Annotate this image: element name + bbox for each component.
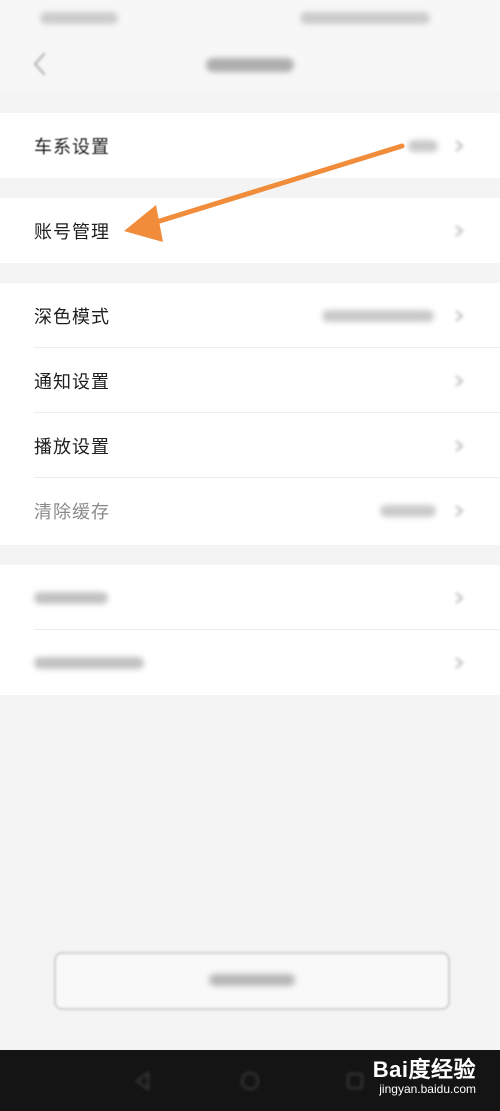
status-bar	[0, 0, 500, 36]
settings-item-blurred-1[interactable]	[0, 565, 500, 630]
settings-item-car-series[interactable]: 车系设置	[0, 113, 500, 178]
settings-item-label-blurred	[34, 591, 108, 604]
settings-item-dark-mode[interactable]: 深色模式	[0, 283, 500, 348]
settings-item-label-blurred	[34, 656, 144, 669]
settings-item-account[interactable]: 账号管理	[0, 198, 500, 263]
chevron-right-icon	[455, 591, 464, 604]
settings-item-notifications[interactable]: 通知设置	[0, 348, 500, 413]
logout-button[interactable]	[54, 952, 450, 1010]
chevron-right-icon	[455, 656, 464, 669]
watermark-url: jingyan.baidu.com	[379, 1082, 476, 1096]
chevron-right-icon	[455, 504, 464, 517]
nav-recent-icon[interactable]	[344, 1070, 366, 1092]
settings-item-label: 车系设置	[34, 136, 110, 158]
settings-item-clear-cache[interactable]: 清除缓存	[0, 478, 500, 543]
nav-bar	[0, 36, 500, 92]
settings-group-2: 账号管理	[0, 198, 500, 263]
status-icons-blurred	[300, 12, 430, 24]
settings-item-label: 通知设置	[34, 371, 110, 393]
nav-home-icon[interactable]	[239, 1070, 261, 1092]
chevron-left-icon[interactable]	[28, 50, 52, 78]
settings-item-value-blurred	[380, 504, 436, 517]
watermark-brand: Bai度经验	[372, 1057, 476, 1082]
chevron-right-icon	[455, 309, 464, 322]
watermark: Bai度经验 jingyan.baidu.com	[373, 1052, 476, 1096]
settings-item-label: 播放设置	[34, 436, 110, 458]
chevron-right-icon	[455, 439, 464, 452]
settings-item-label: 深色模式	[34, 306, 110, 328]
settings-item-playback[interactable]: 播放设置	[0, 413, 500, 478]
chevron-right-icon	[455, 374, 464, 387]
settings-item-blurred-2[interactable]	[0, 630, 500, 695]
carrier-indicator-blurred	[40, 12, 118, 24]
settings-group-1: 车系设置	[0, 113, 500, 178]
nav-back-icon[interactable]	[132, 1070, 154, 1092]
settings-item-label: 账号管理	[34, 221, 110, 243]
settings-group-4	[0, 565, 500, 695]
settings-item-value-blurred	[408, 139, 438, 152]
logout-button-label-blurred	[209, 974, 295, 986]
chevron-right-icon	[455, 224, 464, 237]
settings-item-label: 清除缓存	[34, 501, 110, 523]
page-title-blurred	[206, 58, 294, 72]
chevron-right-icon	[455, 139, 464, 152]
settings-item-value-blurred	[322, 309, 434, 322]
settings-group-3: 深色模式 通知设置 播放设置 清除缓存	[0, 283, 500, 545]
